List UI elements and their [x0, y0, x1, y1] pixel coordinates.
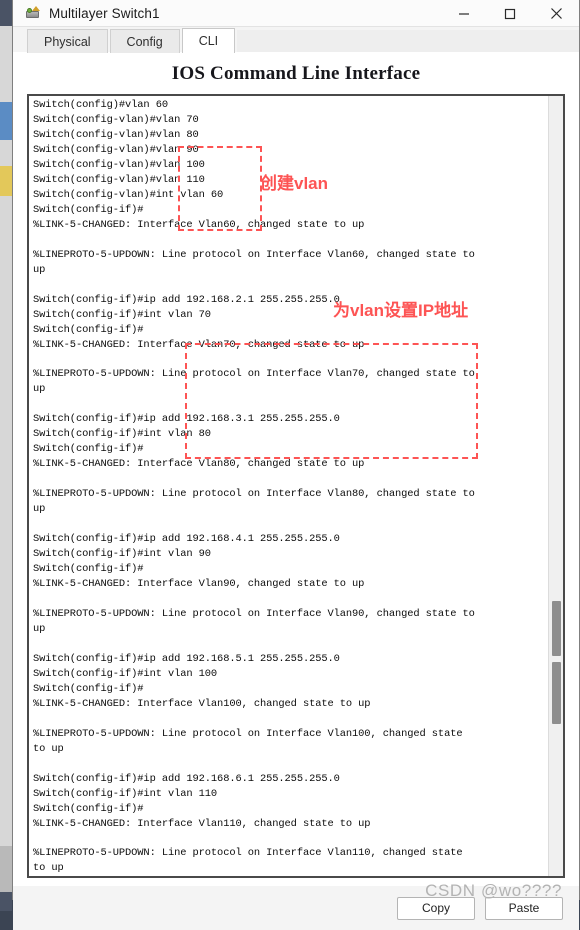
- maximize-icon[interactable]: [487, 0, 533, 27]
- terminal-line: %LINEPROTO-5-UPDOWN: Line protocol on In…: [33, 368, 475, 381]
- cli-panel: IOS Command Line Interface Switch(config…: [13, 53, 579, 887]
- multilayer-switch-window: Multilayer Switch1 Physical Config CLI I…: [12, 0, 580, 930]
- bg-selected-row: [0, 102, 12, 140]
- window-titlebar[interactable]: Multilayer Switch1: [13, 0, 579, 27]
- terminal-line: Switch(config)#vlan 60: [33, 99, 168, 111]
- terminal-line: Switch(config-vlan)#vlan 80: [33, 128, 199, 141]
- window-title: Multilayer Switch1: [49, 5, 160, 21]
- bg-panel-c: [0, 196, 12, 846]
- terminal-line: Switch(config-if)#: [33, 802, 144, 815]
- terminal-line: Switch(config-vlan)#vlan 90: [33, 143, 199, 156]
- bg-panel-d: [0, 846, 12, 892]
- close-icon[interactable]: [533, 0, 579, 27]
- terminal-line: up: [33, 503, 46, 516]
- terminal-line: %LINK-5-CHANGED: Interface Vlan70, chang…: [33, 338, 365, 351]
- terminal-line: Switch(config-if)#ip add 192.168.2.1 255…: [33, 293, 340, 306]
- terminal-line: Switch(config-if)#int vlan 110: [33, 787, 218, 800]
- terminal-line: Switch(config-if)#ip add 192.168.5.1 255…: [33, 652, 340, 665]
- terminal-line: Switch(config-if)#: [33, 203, 144, 216]
- terminal-line: up: [33, 263, 46, 276]
- terminal-line: Switch(config-vlan)#vlan 70: [33, 113, 199, 126]
- terminal-scrollbar[interactable]: [548, 96, 563, 877]
- terminal-line: Switch(config-if)#: [33, 682, 144, 695]
- tab-bar: Physical Config CLI: [13, 27, 579, 53]
- terminal-line: Switch(config-if)#ip add 192.168.4.1 255…: [33, 533, 340, 546]
- terminal-line: %LINEPROTO-5-UPDOWN: Line protocol on In…: [33, 607, 475, 620]
- watermark: CSDN @wo????: [425, 881, 562, 900]
- annotation-label-vlan-creation: 创建vlan: [260, 174, 329, 193]
- annotation-label-vlan-ip: 为vlan设置IP地址: [333, 301, 469, 320]
- terminal-line: %LINEPROTO-5-UPDOWN: Line protocol on In…: [33, 847, 463, 860]
- bg-titlebar: [0, 0, 12, 26]
- terminal-line: %LINK-5-CHANGED: Interface Vlan100, chan…: [33, 697, 371, 710]
- bg-panel-b: [0, 140, 12, 166]
- terminal-line: %LINK-5-CHANGED: Interface Vlan90, chang…: [33, 578, 365, 590]
- tab-config[interactable]: Config: [109, 29, 180, 53]
- tab-strip-filler: [237, 30, 579, 53]
- scrollbar-thumb-upper[interactable]: [552, 601, 561, 656]
- terminal-line: Switch(config-if)#int vlan 100: [33, 667, 218, 680]
- terminal-line: Switch(config-if)#: [33, 563, 144, 576]
- tab-cli[interactable]: CLI: [181, 28, 236, 53]
- terminal-line: Switch(config-if)#: [33, 443, 144, 456]
- terminal-line: to up: [33, 742, 64, 755]
- background-window-strip: [0, 0, 12, 911]
- cli-output[interactable]: Switch(config)#vlan 60 Switch(config-vlan…: [29, 96, 548, 876]
- terminal-line: Switch(config-if)#ip add 192.168.3.1 255…: [33, 413, 340, 426]
- terminal-line: Switch(config-if)#ip add 192.168.6.1 255…: [33, 772, 340, 785]
- terminal-line: %LINEPROTO-5-UPDOWN: Line protocol on In…: [33, 488, 475, 501]
- switch-device-icon: [25, 5, 41, 21]
- terminal-container: Switch(config)#vlan 60 Switch(config-vlan…: [27, 94, 565, 879]
- bg-taskbar: [0, 892, 12, 911]
- terminal-line: to up: [33, 862, 64, 875]
- terminal-line: up: [33, 622, 46, 635]
- scrollbar-thumb-lower[interactable]: [552, 662, 561, 724]
- terminal-line: Switch(config-if)#int vlan 80: [33, 428, 211, 441]
- terminal-line: %LINEPROTO-5-UPDOWN: Line protocol on In…: [33, 727, 463, 740]
- bg-panel-a: [0, 26, 12, 102]
- bg-highlight-row: [0, 166, 12, 196]
- terminal-line: %LINK-5-CHANGED: Interface Vlan60, chang…: [33, 218, 365, 231]
- terminal-line: Switch(config-if)#int vlan 70: [33, 308, 211, 321]
- tab-physical[interactable]: Physical: [27, 29, 108, 53]
- window-controls: [441, 0, 579, 27]
- terminal-line: %LINEPROTO-5-UPDOWN: Line protocol on In…: [33, 248, 475, 261]
- terminal-line: Switch(config-if)#int vlan 90: [33, 548, 211, 561]
- minimize-icon[interactable]: [441, 0, 487, 27]
- terminal-line: %LINK-5-CHANGED: Interface Vlan110, chan…: [33, 817, 371, 830]
- terminal-line: %LINK-5-CHANGED: Interface Vlan80, chang…: [33, 458, 365, 471]
- panel-title: IOS Command Line Interface: [171, 63, 421, 84]
- terminal-line: up: [33, 383, 46, 396]
- terminal-line: Switch(config-if)#: [33, 323, 144, 336]
